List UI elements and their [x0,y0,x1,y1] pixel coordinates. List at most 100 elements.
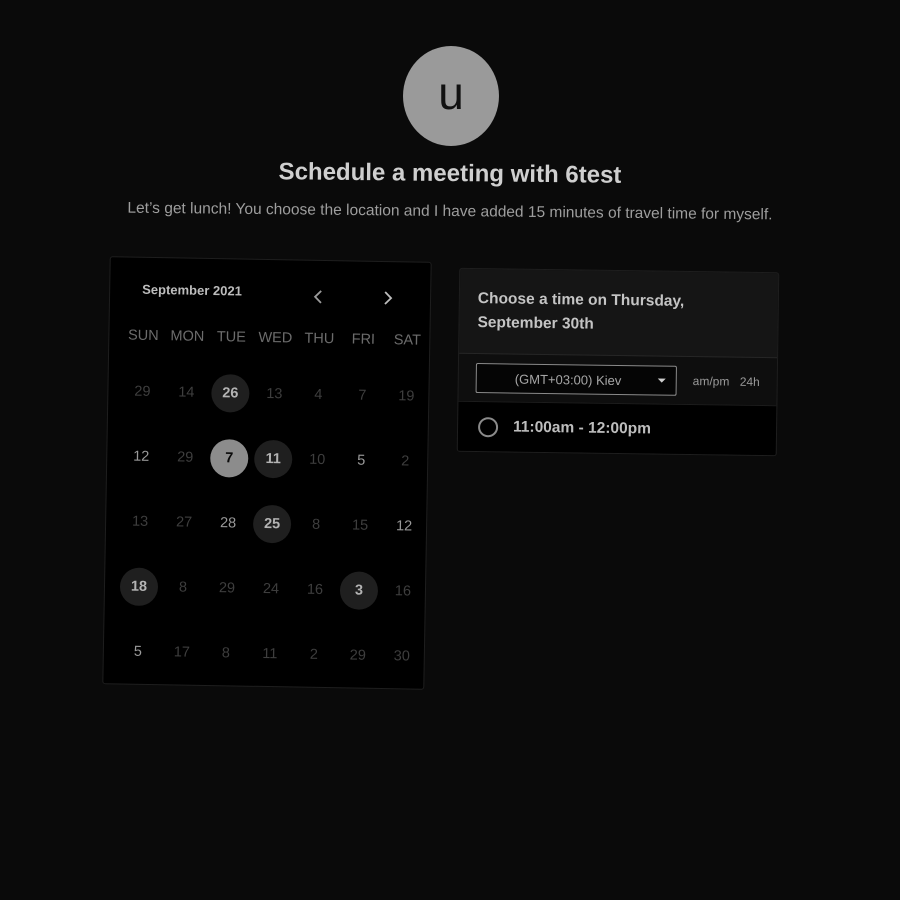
calendar-day: 14 [178,384,195,401]
calendar-day: 13 [266,385,283,403]
weekday-label: FRI [351,331,376,348]
calendar-day-cell: 29 [120,367,165,433]
calendar-day-cell: 13 [117,497,162,563]
time-picker-panel: Choose a time on Thursday, September 30t… [456,267,780,457]
calendar-day-available[interactable]: 3 [339,571,379,610]
calendar-day-cell: 2 [383,437,428,503]
weekday-label: THU [304,330,335,348]
calendar-day-cell: 14 [164,368,209,434]
calendar-day: 16 [306,581,324,598]
caret-down-icon [657,378,666,383]
calendar-day-cell: 2 [291,630,336,696]
calendar-day-cell: 5 [115,627,160,693]
avatar: u [403,46,499,146]
calendar-day: 5 [357,452,366,469]
time-format-toggle: am/pm 24h [693,374,767,389]
calendar-day-cell: 29 [335,631,380,697]
weekday-label: SUN [127,327,159,345]
calendar-day-cell: 5 [339,436,384,502]
time-picker-header: Choose a time on Thursday, September 30t… [459,268,779,359]
calendar-day: 7 [358,387,367,404]
weekday-header: SUN MON TUE WED THU FRI SAT [121,327,429,349]
avatar-letter: u [438,67,464,119]
calendar-day-cell: 8 [293,500,338,566]
calendar-day: 2 [401,453,410,470]
calendar-day-available[interactable]: 25 [252,504,292,544]
calendar-month-label: September 2021 [142,281,243,299]
calendar-day: 24 [262,580,280,598]
calendar-day-cell: 17 [159,628,204,694]
next-month-button[interactable] [378,288,398,308]
calendar-day-cell: 18 [116,562,161,628]
calendar-day-available[interactable]: 26 [211,374,250,413]
calendar-day-available[interactable]: 18 [119,567,159,607]
calendar-day-cell: 29 [204,564,249,630]
weekday-label: SAT [393,332,422,349]
calendar-day: 8 [311,516,321,533]
calendar-day: 29 [218,580,236,597]
calendar-day: 8 [178,579,188,596]
calendar-day-cell: 7 [207,434,252,500]
calendar-day: 12 [395,518,413,535]
calendar-day-selected[interactable]: 7 [209,439,249,478]
calendar-day: 5 [133,643,143,660]
calendar-day: 29 [177,449,194,466]
calendar-day-cell: 26 [208,369,253,435]
calendar-day-cell: 3 [336,566,381,632]
calendar-day-available[interactable]: 11 [253,439,293,479]
calendar-day-cell: 11 [247,630,292,696]
calendar-day-cell: 4 [296,371,341,437]
calendar-day-cell: 12 [381,502,426,568]
weekday-label: TUE [216,329,246,346]
calendar-day: 11 [262,645,278,663]
calendar-day-cell: 10 [295,435,340,501]
calendar-day-cell: 12 [119,432,164,498]
weekday-label: WED [258,329,293,347]
calendar-day-cell: 24 [248,565,293,631]
calendar-day-cell: 8 [160,563,205,629]
calendar-day: 2 [309,646,319,663]
calendar-day: 10 [309,451,326,469]
time-slot[interactable]: 11:00am - 12:00pm [457,400,777,457]
calendar-day: 4 [314,386,323,403]
calendar-day: 8 [221,645,231,662]
calendar-day: 30 [393,648,411,665]
calendar-day-cell: 8 [203,629,248,695]
timezone-select[interactable]: (GMT+03:00) Kiev [475,363,677,396]
calendar-day-cell: 16 [292,565,337,631]
calendar-day: 27 [175,514,193,531]
page-title: Schedule a meeting with 6test [278,158,622,189]
calendar-day: 29 [349,647,367,664]
calendar-day-cell: 27 [161,498,206,564]
prev-month-button[interactable] [308,287,328,307]
calendar-day-cell: 7 [340,371,385,437]
calendar-day: 29 [134,383,151,400]
weekday-label: MON [170,328,205,345]
chevron-right-icon [384,291,393,305]
format-24h-option[interactable]: 24h [740,375,760,389]
calendar: September 2021 SUN MON TUE WED THU FRI S… [102,256,432,690]
calendar-day-cell: 13 [252,370,297,436]
calendar-day: 12 [133,448,150,465]
calendar-day: 16 [394,583,412,600]
format-ampm-option[interactable]: am/pm [693,374,730,389]
calendar-day: 28 [219,515,237,532]
calendar-days-grid: 29 14 26 13 4 7 19 12 29 7 11 10 5 2 13 27 28 25 8 15 12 18 8 2… [115,367,429,697]
calendar-day: 17 [173,644,191,661]
calendar-day-cell: 25 [249,500,294,566]
time-slot-label: 11:00am - 12:00pm [512,418,652,438]
chevron-left-icon [313,290,322,304]
calendar-day: 19 [398,388,415,405]
calendar-day-cell: 11 [251,435,296,501]
calendar-day-cell: 15 [337,501,382,567]
page-subtitle: Let’s get lunch! You choose the location… [127,199,773,224]
time-picker-heading: Choose a time on Thursday, September 30t… [477,290,685,333]
calendar-day-cell: 19 [384,372,429,438]
calendar-day: 13 [131,513,149,530]
calendar-day-cell: 30 [379,632,424,698]
calendar-day: 15 [351,517,369,534]
calendar-day-cell: 16 [380,567,425,633]
calendar-day-cell: 29 [163,433,208,499]
radio-icon[interactable] [477,417,499,438]
timezone-value: (GMT+03:00) Kiev [514,371,622,388]
